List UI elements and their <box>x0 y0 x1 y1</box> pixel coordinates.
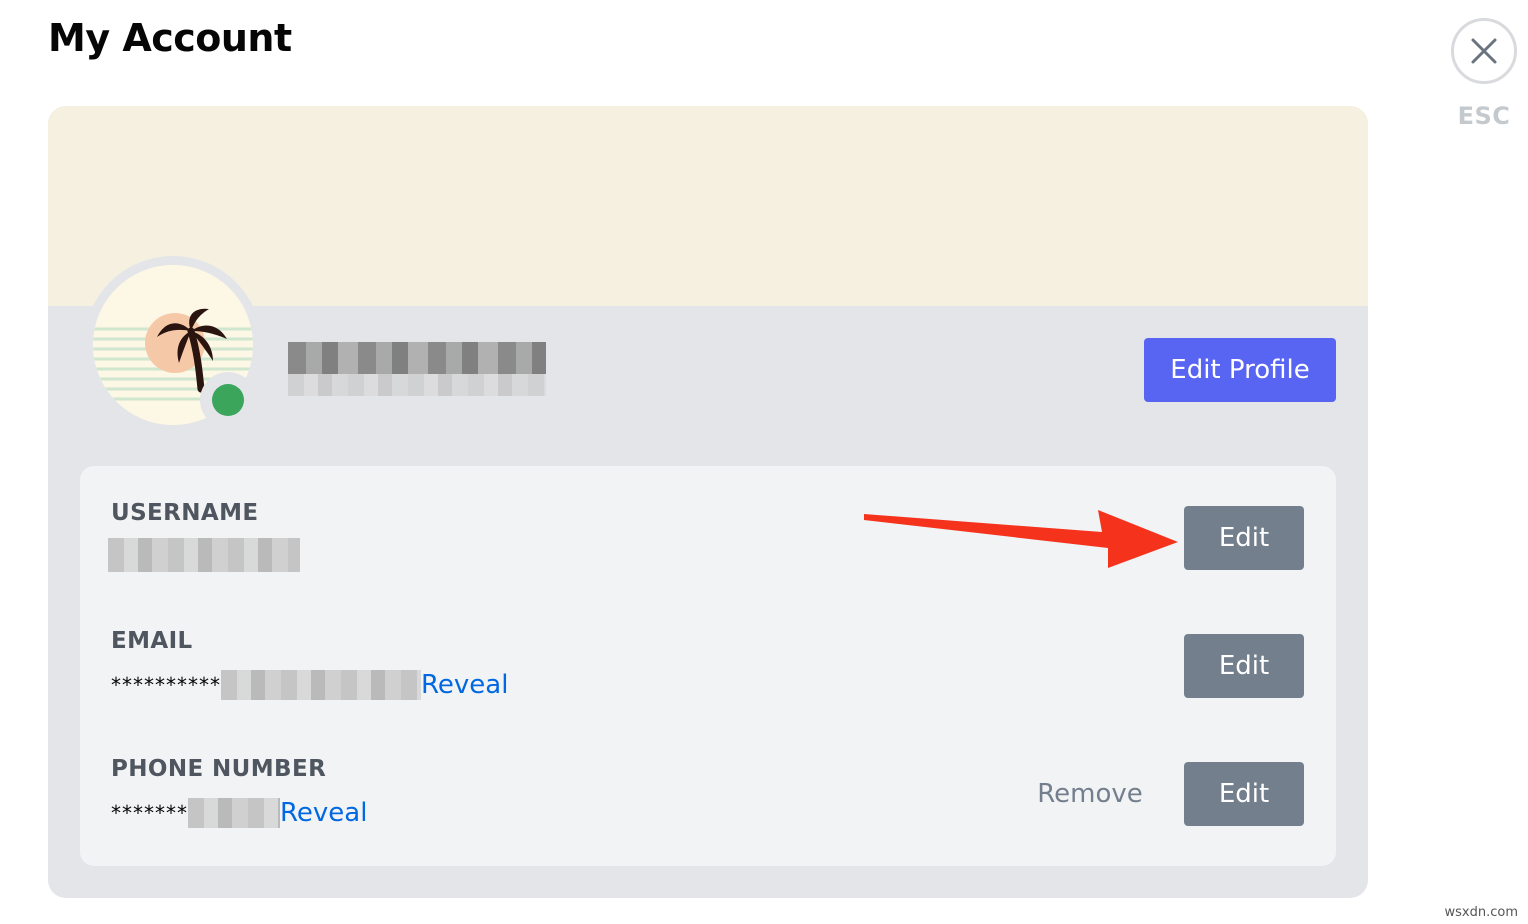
email-value: ********** Reveal <box>111 670 508 700</box>
reveal-email-link[interactable]: Reveal <box>421 670 508 700</box>
phone-value: ******* Reveal <box>111 798 367 828</box>
page-title: My Account <box>48 16 292 60</box>
account-card: Edit Profile USERNAME Edit EMAIL *******… <box>48 106 1368 898</box>
watermark: wsxdn.com <box>1444 905 1519 920</box>
status-indicator <box>200 372 256 428</box>
username-label: USERNAME <box>111 500 259 526</box>
redacted-display-name-tag <box>288 374 546 396</box>
close-control: ESC <box>1448 18 1520 130</box>
edit-profile-button[interactable]: Edit Profile <box>1144 338 1336 402</box>
edit-username-button[interactable]: Edit <box>1184 506 1304 570</box>
close-icon <box>1471 38 1497 64</box>
phone-masked: ******* <box>111 801 188 825</box>
red-arrow-annotation <box>864 510 1178 568</box>
remove-phone-button[interactable]: Remove <box>1030 774 1150 814</box>
phone-label: PHONE NUMBER <box>111 756 327 782</box>
redacted-phone <box>188 798 280 828</box>
esc-label: ESC <box>1457 102 1511 130</box>
email-label: EMAIL <box>111 628 193 654</box>
reveal-phone-link[interactable]: Reveal <box>280 798 367 828</box>
edit-phone-button[interactable]: Edit <box>1184 762 1304 826</box>
redacted-username <box>108 538 300 572</box>
profile-banner <box>48 106 1368 306</box>
avatar-ring <box>84 256 262 434</box>
redacted-email <box>221 670 421 700</box>
email-masked: ********** <box>111 673 221 697</box>
my-account-page: My Account ESC Edit Profile USERNAME Edi… <box>0 0 1528 924</box>
close-button[interactable] <box>1451 18 1517 84</box>
edit-email-button[interactable]: Edit <box>1184 634 1304 698</box>
online-status-dot <box>212 384 244 416</box>
redacted-display-name <box>288 342 546 374</box>
